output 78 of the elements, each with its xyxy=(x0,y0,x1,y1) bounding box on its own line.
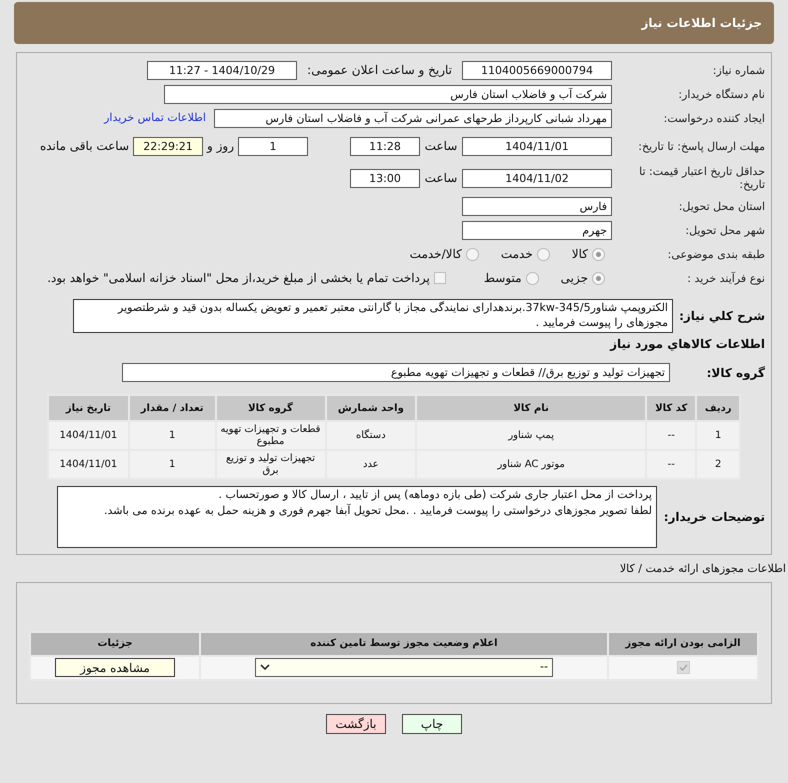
chevron-down-icon xyxy=(260,664,270,671)
radio-button[interactable] xyxy=(526,272,539,284)
table-cell: 1 xyxy=(128,421,216,450)
table-cell: قطعات و تجهیزات تهویه مطبوع xyxy=(216,421,326,450)
table-cell: 1404/11/01 xyxy=(48,421,129,450)
field-label: نام دستگاه خریدار: xyxy=(677,88,765,100)
text-field[interactable]: جهرم xyxy=(462,220,612,240)
remaining-label: ساعت باقی مانده xyxy=(40,138,130,155)
text-field[interactable]: تجهیزات تولید و توزیع برق// قطعات و تجهیزات تهویه مطبوع xyxy=(122,363,670,382)
buyer-contact-link[interactable]: اطلاعات تماس خریدار xyxy=(104,110,206,126)
table-cell: دستگاه xyxy=(326,421,416,450)
text-field[interactable]: شرکت آب و فاضلاب استان فارس xyxy=(164,84,612,104)
radio-label: کالا/خدمت xyxy=(410,246,462,263)
column-header: واحد شمارش xyxy=(326,395,416,421)
table-cell: عدد xyxy=(326,450,416,479)
text-field[interactable]: 1104005669000794 xyxy=(462,60,612,80)
column-header: گروه کالا xyxy=(216,395,326,421)
table-cell: 1 xyxy=(128,450,216,479)
column-header: اعلام وضعیت مجوز توسط تامین کننده xyxy=(200,632,608,656)
table-cell: -- xyxy=(646,450,696,479)
text-field[interactable]: فارس xyxy=(462,196,612,216)
page-title: جزئیات اطلاعات نیاز xyxy=(641,15,762,32)
checkbox-label: پرداخت تمام یا بخشی از مبلغ خرید،از محل "اسناد خزانه اسلامی" خواهد بود. xyxy=(47,270,430,287)
radio-button[interactable] xyxy=(536,248,550,260)
text-field[interactable]: 1404/10/29 - 11:27 xyxy=(147,60,297,80)
field-label: نوع فرآیند خرید : xyxy=(686,272,765,284)
text-field[interactable]: 1404/11/02 xyxy=(462,168,612,188)
view-license-button[interactable]: مشاهده مجوز xyxy=(55,658,175,677)
time-label: ساعت xyxy=(424,138,458,155)
days-label: روز و xyxy=(206,138,235,155)
field-label: مهلت ارسال پاسخ: تا تاریخ: xyxy=(637,140,765,152)
table-cell: -- xyxy=(646,421,696,450)
text-field[interactable]: 13:00 xyxy=(350,168,420,188)
field-label: حداقل تاریخ اعتبار قیمت: تا تاریخ: xyxy=(638,165,765,191)
status-select[interactable]: -- xyxy=(255,658,553,677)
table-cell: پمپ شناور xyxy=(416,421,646,450)
field-label: استان محل تحویل: xyxy=(678,200,765,212)
notes-textarea[interactable]: پرداخت از محل اعتبار جاری شرکت (طی بازه دوماهه) پس از تایید ، ارسال کالا و صورتحساب . لطفا تصویر مجوزهای درخواستی را پیوست فرمایید . .محل تحویل آبفا جهرم فوری و هزینه حمل به عهده برنده می باشد. xyxy=(57,486,657,548)
radio-button[interactable] xyxy=(466,248,479,260)
field-label: توضیحات خریدار: xyxy=(662,509,765,526)
checkbox[interactable] xyxy=(434,272,446,284)
radio-label: خدمت xyxy=(500,246,533,263)
column-header: ردیف xyxy=(696,395,740,421)
column-header: تعداد / مقدار xyxy=(128,395,216,421)
checkbox[interactable] xyxy=(676,660,690,674)
table-cell: 1 xyxy=(696,421,740,450)
field-label: شهر محل تحویل: xyxy=(684,224,765,236)
table-cell: تجهیزات تولید و توزیع برق xyxy=(216,450,326,479)
radio-label: جزیی xyxy=(560,270,588,287)
description-textarea[interactable]: الکتروپمپ شناور37kw-345/5.برندهدارای نمایندگی مجاز با گارانتی معتبر تعمیر و تعویض یکساله بدون قید و شرطتصویر مجوزهای را پیوست فرمایید . xyxy=(73,299,673,333)
column-header: کد کالا xyxy=(646,395,696,421)
print-button[interactable]: چاپ xyxy=(402,714,462,734)
field-label: گروه کالا: xyxy=(706,364,765,382)
table-cell: موتور AC شناور xyxy=(416,450,646,479)
section-heading: اطلاعات کالاهاي مورد نياز xyxy=(608,336,765,353)
time-label: ساعت xyxy=(424,170,458,187)
text-field[interactable]: 11:28 xyxy=(350,136,420,156)
table-cell: 1404/11/01 xyxy=(48,450,129,479)
countdown-field[interactable]: 22:29:21 xyxy=(133,136,203,156)
text-field[interactable]: مهرداد شبانی کارپرداز طرحهای عمرانی شرکت آب و فاضلاب استان فارس xyxy=(214,108,612,128)
field-label: ایجاد کننده درخواست: xyxy=(662,112,765,124)
column-header: تاریخ نیاز xyxy=(48,395,129,421)
field-label: شرح کلي نياز: xyxy=(678,308,765,325)
column-header: نام کالا xyxy=(416,395,646,421)
radio-label: متوسط xyxy=(484,270,522,287)
text-field[interactable]: 1 xyxy=(238,136,308,156)
radio-button[interactable] xyxy=(592,272,605,284)
field-label: طبقه بندی موضوعی: xyxy=(666,248,765,260)
table-cell: 2 xyxy=(696,450,740,479)
radio-button[interactable] xyxy=(592,248,605,260)
column-header: الزامی بودن ارائه مجوز xyxy=(608,632,758,656)
text-field[interactable]: 1404/11/01 xyxy=(462,136,612,156)
field-label: تاریخ و ساعت اعلان عمومی: xyxy=(306,62,452,79)
back-button[interactable]: بازگشت xyxy=(326,714,386,734)
field-label: شماره نیاز: xyxy=(712,64,765,76)
radio-label: کالا xyxy=(572,246,588,263)
column-header: جزئیات xyxy=(30,632,200,656)
section-title: اطلاعات مجوزهای ارائه خدمت / کالا xyxy=(618,561,786,577)
